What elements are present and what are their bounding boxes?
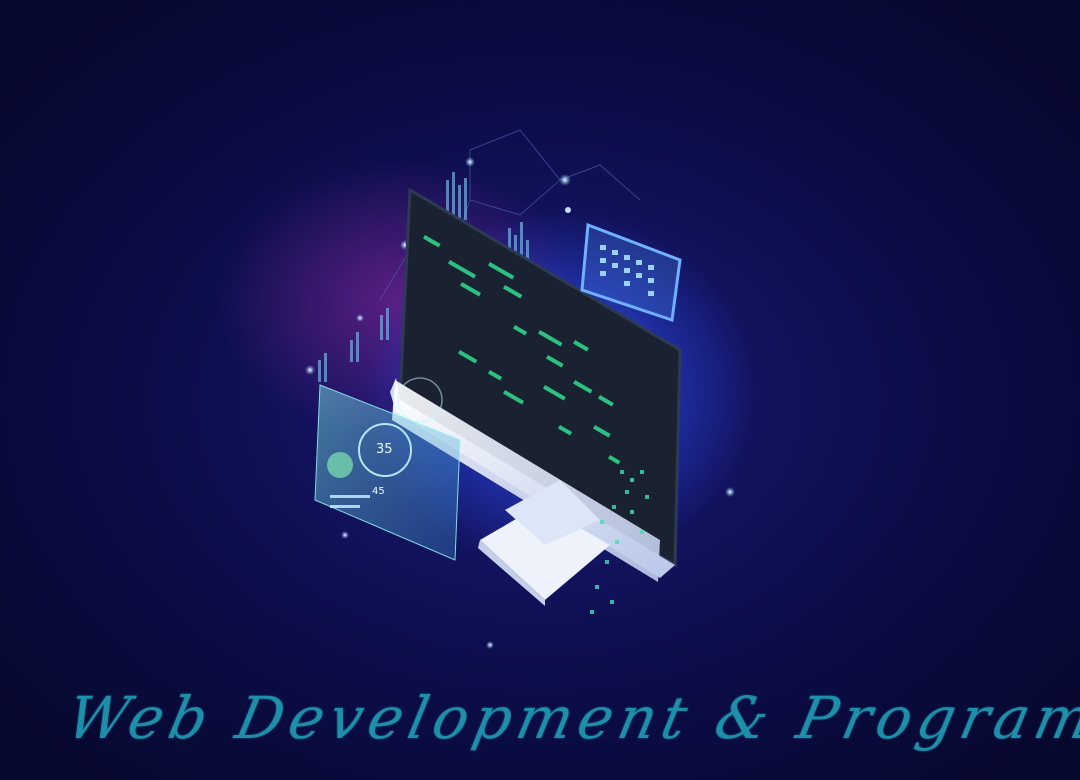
gauge-small-value: 45	[372, 486, 385, 497]
gauge-value: 35	[376, 442, 393, 457]
isometric-computer-illustration	[305, 129, 735, 649]
illustration-scene: 35 45 Web Development & Programming	[0, 0, 1080, 780]
caption-web-development-programming: Web Development & Programming	[61, 684, 1080, 752]
